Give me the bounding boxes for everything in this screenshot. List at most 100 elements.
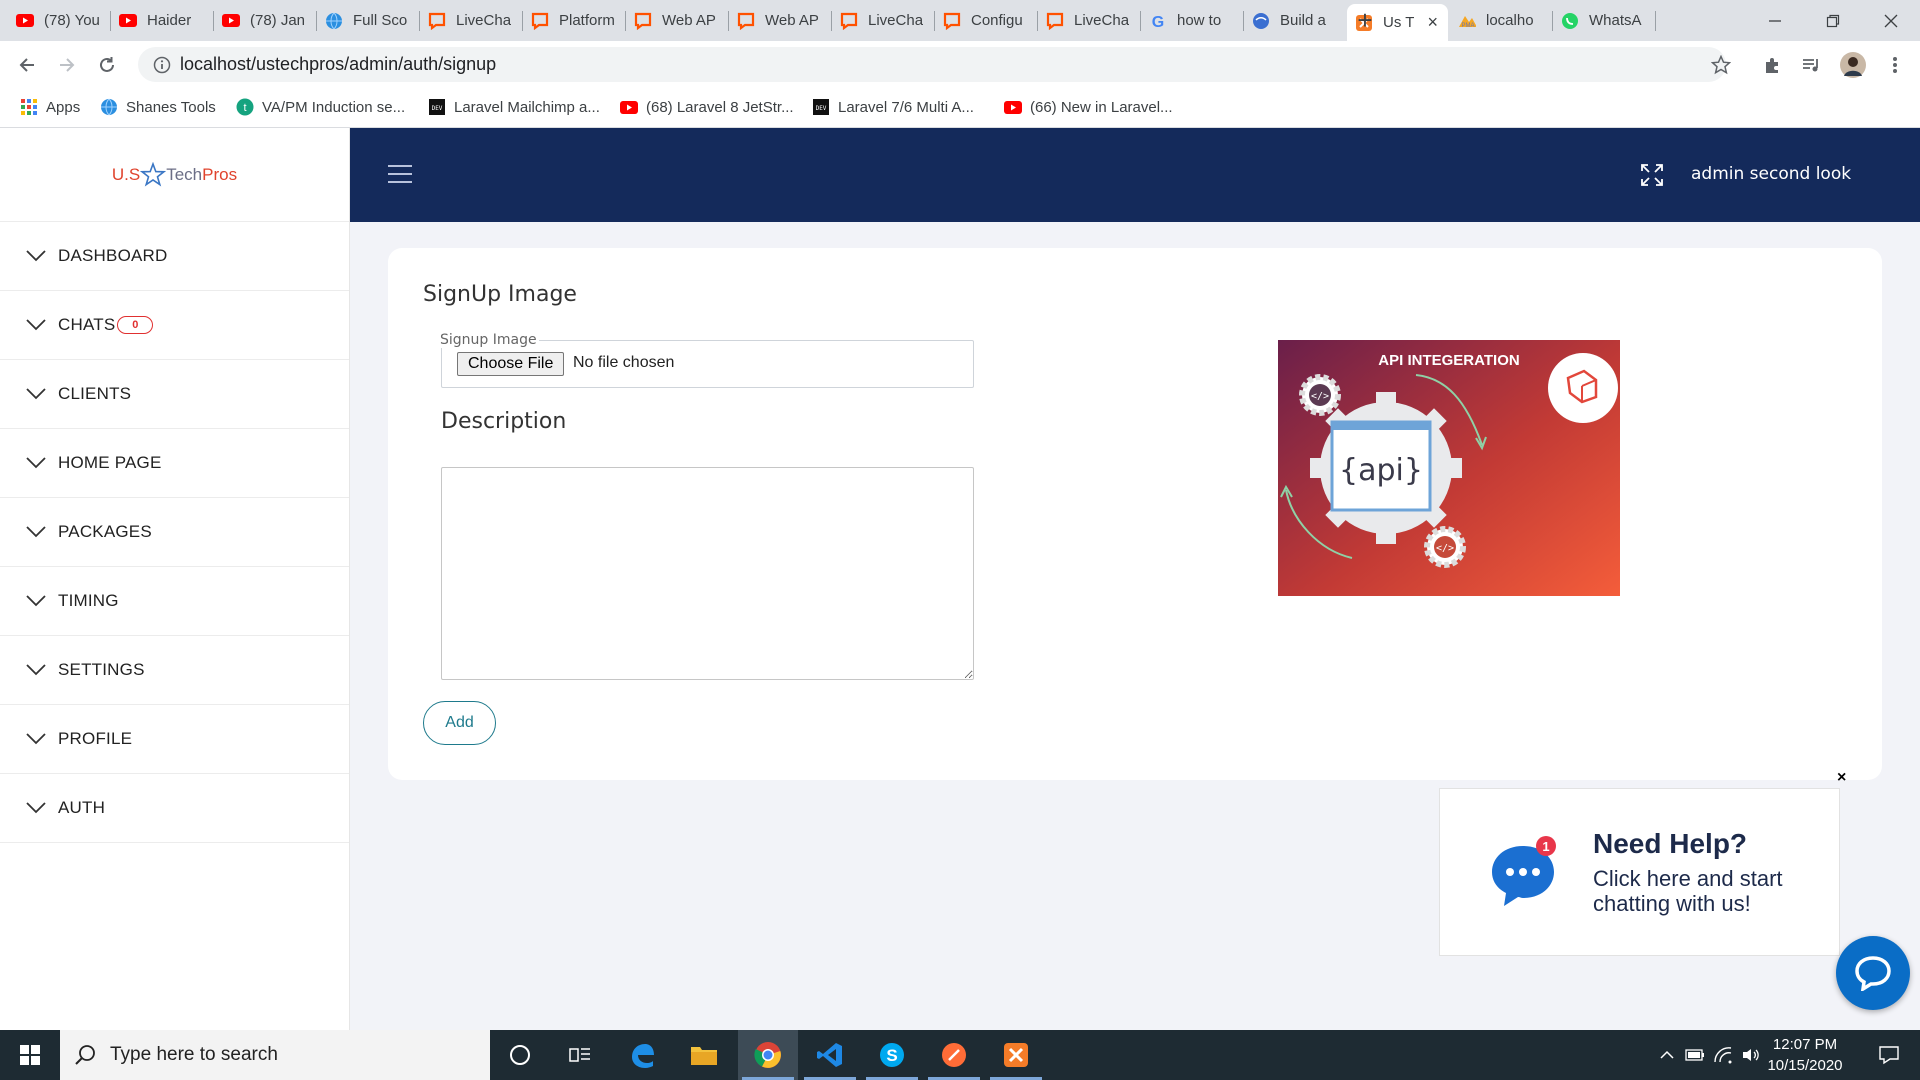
chats-count-badge: 0 [117, 316, 154, 334]
sidebar-item-profile[interactable]: PROFILE [0, 705, 349, 774]
fullscreen-icon[interactable] [1640, 163, 1664, 187]
sidebar-item-dashboard[interactable]: DASHBOARD [0, 222, 349, 291]
browser-tab[interactable]: Configu [935, 6, 1038, 35]
svg-text:PMA: PMA [1461, 23, 1474, 29]
svg-text:DEV: DEV [816, 105, 827, 112]
logo-tech: Tech [166, 164, 203, 184]
tab-title: Web AP [662, 12, 716, 29]
forward-icon[interactable] [52, 50, 82, 80]
taskbar-search[interactable]: Type here to search [60, 1030, 490, 1080]
browser-tab[interactable]: WhatsA [1553, 6, 1656, 35]
need-help-subtitle: Click here and start chatting with us! [1593, 866, 1783, 916]
postman-icon[interactable] [924, 1030, 984, 1080]
windows-start-icon[interactable] [0, 1030, 60, 1080]
description-textarea[interactable] [441, 467, 974, 680]
browser-tab[interactable]: LiveCha [832, 6, 935, 35]
new-tab-button[interactable]: + [1345, 0, 1385, 41]
tab-title: Full Sco [353, 12, 408, 29]
vscode-icon[interactable] [800, 1030, 860, 1080]
bookmark-label: Laravel Mailchimp a... [454, 98, 600, 116]
livechat-icon [840, 12, 858, 30]
browser-tab[interactable]: (78) You [8, 6, 111, 35]
browser-tab[interactable]: Full Sco [317, 6, 420, 35]
browser-tab[interactable]: Web AP [729, 6, 832, 35]
sidebar-item-timing[interactable]: TIMING [0, 567, 349, 636]
chrome-menu-icon[interactable] [1880, 50, 1910, 80]
bookmark-item[interactable]: DEV Laravel Mailchimp a... [428, 95, 600, 119]
livechat-icon [1046, 12, 1064, 30]
media-controls-icon[interactable] [1796, 50, 1826, 80]
brand-logo[interactable]: U.S Tech Pros [0, 128, 349, 222]
bookmark-item[interactable]: Apps [20, 95, 80, 119]
chevron-down-icon [26, 457, 46, 469]
xampp-icon[interactable] [986, 1030, 1046, 1080]
bookmark-item[interactable]: t VA/PM Induction se... [236, 95, 405, 119]
window-close-icon[interactable] [1862, 0, 1920, 41]
sidebar-item-label: PACKAGES [58, 522, 152, 541]
browser-tab[interactable]: Platform [523, 6, 626, 35]
chat-widget-close-icon[interactable]: × [1837, 769, 1846, 787]
address-bar[interactable]: localhost/ustechpros/admin/auth/signup [138, 47, 1726, 82]
tray-overflow-icon[interactable] [1652, 1030, 1682, 1080]
browser-tab[interactable]: Build a [1244, 6, 1347, 35]
sidebar-item-label: CLIENTS [58, 384, 132, 403]
profile-avatar[interactable] [1838, 50, 1868, 80]
chat-notification-count: 1 [1542, 839, 1549, 854]
file-explorer-icon[interactable] [674, 1030, 734, 1080]
sidebar-item-home-page[interactable]: HOME PAGE [0, 429, 349, 498]
cortana-icon[interactable] [490, 1030, 550, 1080]
browser-tab[interactable]: PMA localho [1450, 6, 1553, 35]
browser-tab[interactable]: Haider [111, 6, 214, 35]
sidebar-item-clients[interactable]: CLIENTS [0, 360, 349, 429]
phpmyadmin-icon: PMA [1458, 12, 1476, 30]
sidebar-item-settings[interactable]: SETTINGS [0, 636, 349, 705]
add-button[interactable]: Add [423, 701, 496, 745]
chat-bubble-icon: 1 [1492, 836, 1556, 906]
bookmark-item[interactable]: (66) New in Laravel... [1004, 95, 1173, 119]
signup-image-card: SignUp Image Signup Image Choose File No… [388, 248, 1882, 780]
browser-tab[interactable]: Web AP [626, 6, 729, 35]
choose-file-button[interactable]: Choose File [457, 352, 565, 376]
trello-icon: t [236, 98, 254, 116]
bookmark-item[interactable]: Shanes Tools [100, 95, 216, 119]
extensions-icon[interactable] [1758, 50, 1788, 80]
admin-user-name[interactable]: admin second look [1691, 164, 1851, 184]
tab-close-icon[interactable]: × [1427, 12, 1438, 33]
open-chat-button[interactable] [1836, 936, 1910, 1010]
chrome-icon[interactable] [738, 1030, 798, 1080]
preview-heading: API INTEGERATION [1378, 352, 1519, 369]
sidebar-item-label: SETTINGS [58, 660, 145, 679]
edge-icon[interactable] [612, 1030, 672, 1080]
youtube-icon [222, 12, 240, 30]
sidebar-item-chats[interactable]: CHATS 0 [0, 291, 349, 360]
livechat-icon [634, 12, 652, 30]
bookmark-star-icon[interactable] [1706, 50, 1736, 80]
svg-text:t: t [243, 102, 246, 114]
skype-icon[interactable]: S [862, 1030, 922, 1080]
browser-tab[interactable]: LiveCha [1038, 6, 1141, 35]
hamburger-menu-icon[interactable] [388, 165, 412, 183]
taskbar-clock[interactable]: 12:07 PM 10/15/2020 [1760, 1034, 1850, 1076]
restore-icon[interactable] [1804, 0, 1862, 41]
youtube-icon [620, 98, 638, 116]
sidebar-item-auth[interactable]: AUTH [0, 774, 349, 843]
wifi-icon[interactable] [1708, 1030, 1738, 1080]
sidebar-item-packages[interactable]: PACKAGES [0, 498, 349, 567]
task-view-icon[interactable] [550, 1030, 610, 1080]
tab-title: Build a [1280, 12, 1326, 29]
back-icon[interactable] [12, 50, 42, 80]
reload-icon[interactable] [92, 50, 122, 80]
battery-icon[interactable] [1680, 1030, 1710, 1080]
url-text[interactable]: localhost/ustechpros/admin/auth/signup [180, 54, 496, 75]
site-info-icon[interactable] [144, 56, 180, 74]
bookmark-item[interactable]: (68) Laravel 8 JetStr... [620, 95, 794, 119]
browser-tab[interactable]: (78) Jan [214, 6, 317, 35]
need-help-banner[interactable]: 1 Need Help? Click here and start chatti… [1439, 788, 1840, 956]
notifications-icon[interactable] [1864, 1030, 1914, 1080]
minimize-icon[interactable] [1746, 0, 1804, 41]
browser-tab[interactable]: Ghow to [1141, 6, 1244, 35]
chevron-down-icon [26, 388, 46, 400]
clock-time: 12:07 PM [1772, 1036, 1838, 1053]
bookmark-item[interactable]: DEV Laravel 7/6 Multi A... [812, 95, 974, 119]
browser-tab[interactable]: LiveCha [420, 6, 523, 35]
